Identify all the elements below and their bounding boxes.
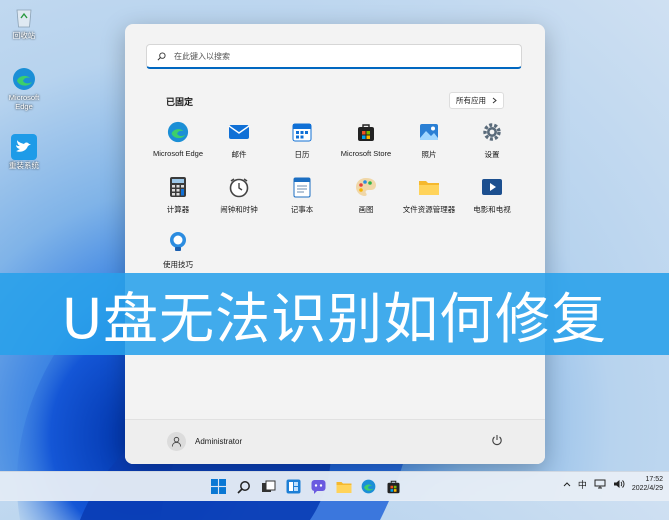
widgets-icon <box>286 479 301 494</box>
app-notepad[interactable]: 记事本 <box>267 175 337 215</box>
store-icon <box>387 480 400 494</box>
edge-icon <box>166 120 190 144</box>
settings-gear-icon <box>480 120 504 144</box>
mail-icon <box>227 120 251 144</box>
search-input[interactable] <box>172 50 521 62</box>
app-label: 文件资源管理器 <box>402 205 456 214</box>
taskbar-widgets[interactable] <box>284 477 303 496</box>
app-calendar[interactable]: 日历 <box>267 120 337 160</box>
app-paint[interactable]: 画图 <box>331 175 401 215</box>
volume-icon[interactable] <box>613 479 625 489</box>
chevron-right-icon <box>492 97 497 104</box>
app-label: 记事本 <box>290 205 314 214</box>
tips-bulb-icon <box>166 230 190 254</box>
app-store[interactable]: Microsoft Store <box>331 120 401 158</box>
user-icon <box>171 436 182 447</box>
edge-icon <box>361 479 376 494</box>
app-label: 使用技巧 <box>163 260 193 269</box>
app-label: 画图 <box>358 205 374 214</box>
pinned-title: 已固定 <box>166 97 194 107</box>
taskbar-apps <box>209 477 403 496</box>
power-button[interactable] <box>491 433 503 451</box>
chat-icon <box>311 480 326 494</box>
app-edge[interactable]: Microsoft Edge <box>143 120 213 158</box>
taskbar-edge[interactable] <box>359 477 378 496</box>
desktop-icon-edge[interactable]: Microsoft Edge <box>2 66 46 111</box>
app-file-explorer[interactable]: 文件资源管理器 <box>394 175 464 215</box>
photos-icon <box>417 120 441 144</box>
app-settings[interactable]: 设置 <box>457 120 527 160</box>
desktop-icon-label: 重装系统 <box>9 161 39 170</box>
paint-palette-icon <box>354 175 378 199</box>
start-menu-footer: Administrator <box>125 419 545 464</box>
store-icon <box>354 120 378 144</box>
taskbar-chat[interactable] <box>309 477 328 496</box>
app-calculator[interactable]: 计算器 <box>143 175 213 215</box>
task-view-icon <box>262 480 276 492</box>
search-box[interactable] <box>146 44 522 69</box>
app-alarm-clock[interactable]: 闹钟和时钟 <box>204 175 274 215</box>
movies-tv-icon <box>480 175 504 199</box>
app-label: 照片 <box>421 150 437 159</box>
search-icon <box>157 51 166 60</box>
user-name[interactable]: Administrator <box>195 437 242 446</box>
search-icon <box>236 480 250 494</box>
folder-icon <box>417 175 441 199</box>
recycle-bin-icon <box>11 4 37 30</box>
app-label: 设置 <box>484 150 500 159</box>
bird-icon <box>11 134 37 160</box>
all-apps-label: 所有应用 <box>456 96 486 105</box>
notepad-icon <box>290 175 314 199</box>
app-movies-tv[interactable]: 电影和电视 <box>457 175 527 215</box>
app-label: 邮件 <box>231 150 247 159</box>
start-button[interactable] <box>209 477 228 496</box>
desktop-icon-label: 回收站 <box>12 31 36 40</box>
clock-date: 2022/4/29 <box>631 485 663 493</box>
app-label: Microsoft Store <box>340 149 392 158</box>
app-mail[interactable]: 邮件 <box>204 120 274 160</box>
clock[interactable]: 17:52 2022/4/29 <box>632 475 663 493</box>
desktop-icon-reinstall[interactable]: 重装系统 <box>2 134 46 171</box>
app-label: Microsoft Edge <box>152 149 204 158</box>
app-label: 电影和电视 <box>473 205 511 214</box>
app-label: 闹钟和时钟 <box>220 205 258 214</box>
network-icon[interactable] <box>594 479 606 489</box>
edge-icon <box>11 66 37 92</box>
taskbar-task-view[interactable] <box>259 477 278 496</box>
app-photos[interactable]: 照片 <box>394 120 464 160</box>
avatar[interactable] <box>167 432 186 451</box>
chevron-up-icon[interactable] <box>563 481 571 487</box>
calculator-icon <box>166 175 190 199</box>
taskbar-search[interactable] <box>234 477 253 496</box>
calendar-icon <box>290 120 314 144</box>
title-banner: U盘无法识别如何修复 <box>0 273 669 355</box>
system-tray: 中 17:52 2022/4/29 <box>563 475 663 493</box>
taskbar-store[interactable] <box>384 477 403 496</box>
power-icon <box>492 435 502 446</box>
banner-text: U盘无法识别如何修复 <box>61 287 608 351</box>
taskbar: 中 17:52 2022/4/29 <box>0 471 669 501</box>
all-apps-button[interactable]: 所有应用 <box>449 92 504 109</box>
clock-time: 17:52 <box>645 476 663 483</box>
app-tips[interactable]: 使用技巧 <box>143 230 213 270</box>
language-indicator[interactable]: 中 <box>578 478 587 491</box>
app-label: 日历 <box>294 150 310 159</box>
windows-logo-icon <box>211 479 226 494</box>
alarm-clock-icon <box>227 175 251 199</box>
desktop-icon-recycle-bin[interactable]: 回收站 <box>2 4 46 41</box>
folder-icon <box>336 481 351 493</box>
taskbar-file-explorer[interactable] <box>334 477 353 496</box>
desktop-icon-label: Microsoft Edge <box>8 93 40 111</box>
start-menu: 已固定 所有应用 Microsoft Edge 邮件 日历 Microsoft … <box>125 24 545 464</box>
app-label: 计算器 <box>166 205 190 214</box>
